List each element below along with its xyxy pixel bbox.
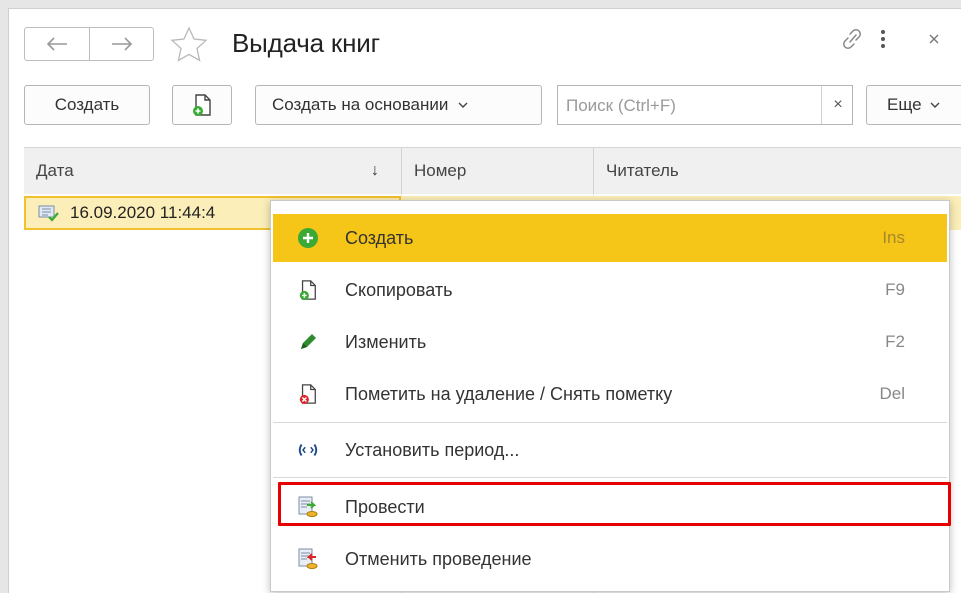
navigation-buttons: [24, 27, 154, 61]
menu-separator: [273, 477, 947, 478]
more-dropdown[interactable]: Еще: [866, 85, 961, 125]
copy-button[interactable]: [172, 85, 232, 125]
search-clear-button[interactable]: ×: [821, 86, 854, 124]
posted-document-icon: [38, 205, 59, 222]
create-based-on-label: Создать на основании: [272, 95, 449, 114]
close-icon: [929, 34, 939, 44]
menu-item-shortcut: Ins: [882, 228, 905, 247]
column-header-date[interactable]: Дата ↓: [24, 148, 402, 194]
menu-item-edit[interactable]: Изменить F2: [273, 318, 947, 366]
menu-item-label: Изменить: [345, 331, 427, 352]
menu-item-create[interactable]: Создать Ins: [273, 214, 947, 262]
pencil-icon: [297, 331, 319, 353]
column-header-reader[interactable]: Читатель: [594, 148, 961, 194]
more-label: Еще: [887, 95, 922, 114]
create-button[interactable]: Создать: [24, 85, 150, 125]
column-header-number-label: Номер: [414, 161, 467, 180]
context-menu: Создать Ins Скопировать F9 Изменить F2 П…: [270, 200, 950, 592]
link-icon: [843, 29, 861, 49]
chevron-down-icon: [930, 102, 940, 108]
menu-item-label: Отменить проведение: [345, 548, 532, 569]
menu-item-label: Пометить на удаление / Снять пометку: [345, 383, 673, 404]
column-header-reader-label: Читатель: [606, 161, 679, 180]
menu-item-set-period[interactable]: Установить период...: [273, 426, 947, 474]
link-button[interactable]: [841, 27, 863, 56]
create-based-on-dropdown[interactable]: Создать на основании: [255, 85, 542, 125]
copy-document-icon: [193, 94, 211, 116]
star-icon: [170, 26, 208, 62]
menu-item-label: Скопировать: [345, 279, 453, 300]
plus-circle-icon: [297, 227, 319, 249]
menu-item-mark-delete[interactable]: Пометить на удаление / Снять пометку Del: [273, 370, 947, 418]
menu-item-shortcut: F9: [885, 280, 905, 299]
page-title: Выдача книг: [232, 28, 380, 58]
search-input[interactable]: [564, 92, 808, 120]
menu-item-label: Создать: [345, 227, 414, 248]
table-header: Дата ↓ Номер Читатель: [24, 147, 961, 195]
arrow-right-icon: [112, 37, 133, 51]
arrow-left-icon: [46, 37, 67, 51]
menu-separator: [273, 422, 947, 423]
column-header-number[interactable]: Номер: [402, 148, 594, 194]
search-field: ×: [557, 85, 853, 125]
highlight-outline: [278, 482, 951, 526]
copy-document-icon: [297, 279, 319, 301]
menu-item-shortcut: F2: [885, 332, 905, 351]
menu-item-label: Установить период...: [345, 439, 520, 460]
chevron-down-icon: [458, 102, 468, 108]
favorite-star-button[interactable]: [169, 25, 209, 65]
close-button[interactable]: [927, 29, 941, 54]
menu-item-copy[interactable]: Скопировать F9: [273, 266, 947, 314]
row-date-text: 16.09.2020 11:44:4: [70, 203, 216, 222]
kebab-menu-icon: [881, 30, 885, 48]
sort-descending-icon: ↓: [371, 162, 379, 179]
delete-mark-icon: [297, 383, 319, 405]
menu-item-shortcut: Del: [879, 384, 905, 403]
more-actions-button[interactable]: [879, 27, 887, 56]
menu-item-unpost[interactable]: Отменить проведение: [273, 535, 947, 583]
column-header-date-label: Дата: [36, 161, 74, 180]
period-icon: [297, 439, 319, 461]
unpost-document-icon: [297, 548, 319, 570]
back-button[interactable]: [25, 28, 90, 60]
forward-button[interactable]: [90, 28, 154, 60]
